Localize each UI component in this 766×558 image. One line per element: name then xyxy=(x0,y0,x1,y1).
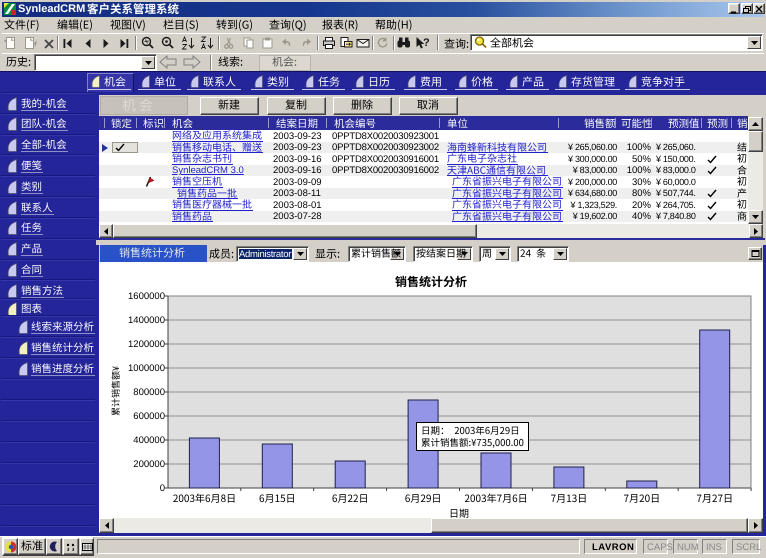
svg-text:600000: 600000 xyxy=(133,411,165,422)
svg-text:0: 0 xyxy=(160,483,165,494)
svg-text:800000: 800000 xyxy=(133,387,165,398)
svg-text:1200000: 1200000 xyxy=(128,339,165,350)
svg-text:200000: 200000 xyxy=(133,459,165,470)
svg-text:400000: 400000 xyxy=(133,435,165,446)
svg-text:1600000: 1600000 xyxy=(128,291,165,302)
svg-text:?: ? xyxy=(423,37,430,49)
svg-text:1400000: 1400000 xyxy=(128,315,165,326)
svg-text:1000000: 1000000 xyxy=(128,363,165,374)
